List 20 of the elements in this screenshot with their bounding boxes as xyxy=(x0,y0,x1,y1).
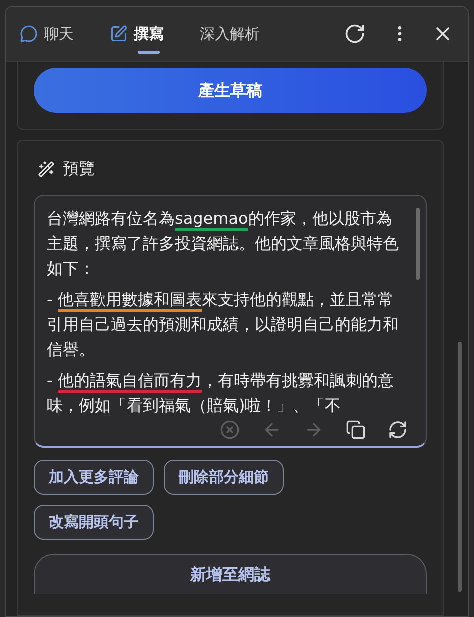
add-to-blog-button[interactable]: 新增至網誌 xyxy=(34,554,427,594)
copy-icon[interactable] xyxy=(346,420,366,440)
compose-icon xyxy=(110,25,128,43)
suggestion-chip[interactable]: 加入更多評論 xyxy=(34,460,154,495)
refresh-icon[interactable] xyxy=(344,23,366,45)
preview-paragraph: - 他喜歡用數據和圖表來支持他的觀點，並且常常引用自己過去的預測和成績，以證明自己的能力和信譽。 xyxy=(47,289,400,361)
suggestion-chip[interactable]: 改寫開頭句子 xyxy=(34,505,154,540)
tab[interactable]: 深入解析 xyxy=(200,22,260,46)
tab-indicator xyxy=(138,51,160,54)
regenerate-icon[interactable] xyxy=(388,420,408,440)
preview-paragraph: - 他的語氣自信而有力，有時帶有挑釁和諷刺的意味，例如「看到福氣（賠氣)啦！」、「不 xyxy=(47,370,395,417)
tab[interactable]: 撰寫 xyxy=(110,22,164,46)
chat-icon xyxy=(20,25,38,43)
suggestion-chip[interactable]: 刪除部分細節 xyxy=(164,460,284,495)
tab[interactable]: 聊天 xyxy=(20,22,74,46)
preview-paragraph: 台灣網路有位名為sagemao的作家，他以股市為主題，撰寫了許多投資網誌。他的文章風格與特色如下： xyxy=(47,208,400,280)
preview-title: 預覽 xyxy=(63,158,95,180)
magic-wand-icon xyxy=(38,160,55,178)
scrollbar xyxy=(416,208,420,280)
generate-draft-button[interactable]: 產生草稿 xyxy=(34,68,427,113)
